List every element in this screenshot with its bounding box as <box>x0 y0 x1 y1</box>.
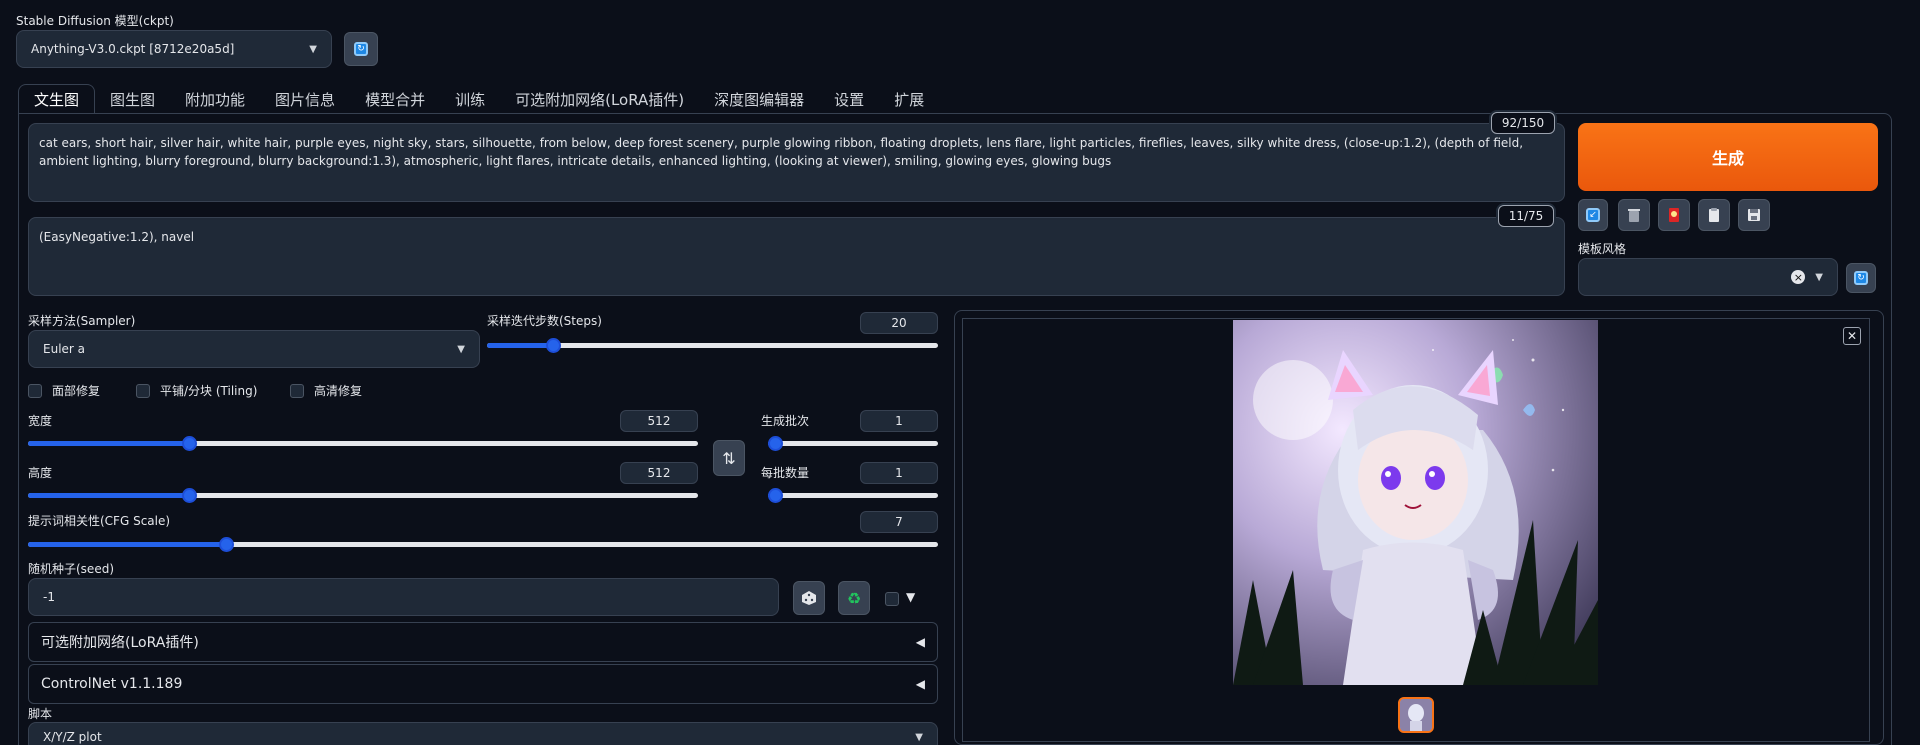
extra-seed-checkbox[interactable] <box>885 592 899 606</box>
controlnet-accordion-title: ControlNet v1.1.189 <box>41 676 183 692</box>
swap-icon: ⇅ <box>722 448 736 468</box>
tab-checkpoint-merger[interactable]: 模型合并 <box>350 84 440 114</box>
steps-label: 采样迭代步数(Steps) <box>487 314 602 328</box>
card-icon <box>1669 208 1679 222</box>
styles-dropdown[interactable]: × ▼ <box>1578 258 1838 296</box>
anime-girl-image <box>1233 320 1598 685</box>
tab-img2img[interactable]: 图生图 <box>95 84 170 114</box>
cfg-slider[interactable] <box>28 534 938 554</box>
tab-depth-editor[interactable]: 深度图编辑器 <box>699 84 819 114</box>
refresh-icon: ↻ <box>354 42 368 56</box>
seed-label: 随机种子(seed) <box>28 562 114 576</box>
cfg-input[interactable]: 7 <box>860 511 938 533</box>
tab-train[interactable]: 训练 <box>440 84 500 114</box>
random-seed-button[interactable] <box>793 581 825 615</box>
width-label: 宽度 <box>28 414 53 428</box>
prompt-token-counter: 92/150 <box>1491 112 1555 134</box>
trash-icon <box>1628 209 1640 222</box>
refresh-styles-button[interactable]: ↻ <box>1846 263 1876 293</box>
model-selected: Anything-V3.0.ckpt [8712e20a5d] <box>31 42 235 56</box>
collapse-arrow-icon: ◀ <box>915 677 925 691</box>
save-icon <box>1748 209 1760 221</box>
refresh-model-button[interactable]: ↻ <box>344 32 378 66</box>
read-params-button[interactable]: ↙ <box>1578 199 1608 231</box>
height-input[interactable]: 512 <box>620 462 698 484</box>
lora-accordion-title: 可选附加网络(LoRA插件) <box>41 635 199 651</box>
batch-size-slider[interactable] <box>768 485 938 505</box>
prompt-textarea[interactable]: cat ears, short hair, silver hair, white… <box>28 123 1565 202</box>
steps-input[interactable]: 20 <box>860 312 938 334</box>
chevron-down-icon: ▼ <box>1815 271 1823 283</box>
face-restore-checkbox[interactable] <box>28 383 42 398</box>
lora-accordion[interactable]: 可选附加网络(LoRA插件) ◀ <box>28 622 938 662</box>
swap-dimensions-button[interactable]: ⇅ <box>713 440 745 476</box>
chevron-down-icon: ▼ <box>309 43 317 55</box>
tab-txt2img[interactable]: 文生图 <box>18 84 96 114</box>
controlnet-accordion[interactable]: ControlNet v1.1.189 ◀ <box>28 664 938 704</box>
batch-count-input[interactable]: 1 <box>860 410 938 432</box>
hires-fix-checkbox[interactable] <box>290 383 304 398</box>
close-icon[interactable]: ✕ <box>1843 327 1861 345</box>
tiling-checkbox[interactable] <box>136 383 150 398</box>
styles-label: 模板风格 <box>1578 242 1627 256</box>
steps-slider[interactable] <box>487 335 938 355</box>
script-label: 脚本 <box>28 707 53 721</box>
clipboard-icon <box>1709 208 1719 222</box>
batch-size-label: 每批数量 <box>761 466 810 480</box>
tab-extensions[interactable]: 扩展 <box>879 84 939 114</box>
refresh-icon: ↻ <box>1854 271 1868 285</box>
tab-extras[interactable]: 附加功能 <box>170 84 260 114</box>
model-dropdown[interactable]: Anything-V3.0.ckpt [8712e20a5d] ▼ <box>16 30 332 68</box>
chevron-down-icon: ▼ <box>457 343 465 355</box>
batch-size-input[interactable]: 1 <box>860 462 938 484</box>
gallery-thumbnail[interactable] <box>1398 697 1434 733</box>
height-slider[interactable] <box>28 485 698 505</box>
height-label: 高度 <box>28 466 53 480</box>
width-slider-thumb[interactable] <box>182 436 197 451</box>
main-tabs: 文生图 图生图 附加功能 图片信息 模型合并 训练 可选附加网络(LoRA插件)… <box>18 84 939 114</box>
thumbnail-image <box>1400 699 1432 731</box>
face-restore-option[interactable]: 面部修复 <box>28 382 100 399</box>
tab-additional-networks[interactable]: 可选附加网络(LoRA插件) <box>500 84 699 114</box>
seed-input[interactable]: -1 <box>28 578 779 616</box>
show-extra-networks-button[interactable] <box>1658 199 1690 231</box>
triangle-down-icon[interactable]: ▼ <box>906 590 915 604</box>
cfg-label: 提示词相关性(CFG Scale) <box>28 514 171 528</box>
negative-token-counter: 11/75 <box>1498 205 1554 227</box>
cfg-slider-thumb[interactable] <box>219 537 234 552</box>
recycle-icon: ♻ <box>846 588 862 608</box>
width-slider[interactable] <box>28 433 698 453</box>
chevron-down-icon: ▼ <box>915 731 923 743</box>
steps-slider-thumb[interactable] <box>546 338 561 353</box>
script-dropdown[interactable]: X/Y/Z plot ▼ <box>28 722 938 745</box>
sampler-label: 采样方法(Sampler) <box>28 314 136 328</box>
clear-prompt-button[interactable] <box>1618 199 1650 231</box>
generated-image[interactable] <box>1233 320 1598 685</box>
clear-icon[interactable]: × <box>1791 270 1806 284</box>
script-selected: X/Y/Z plot <box>43 730 102 744</box>
batch-count-slider-thumb[interactable] <box>768 436 783 451</box>
model-label: Stable Diffusion 模型(ckpt) <box>16 14 174 28</box>
save-style-button[interactable] <box>1738 199 1770 231</box>
width-input[interactable]: 512 <box>620 410 698 432</box>
batch-count-slider[interactable] <box>768 433 938 453</box>
hires-fix-option[interactable]: 高清修复 <box>290 382 362 399</box>
collapse-arrow-icon: ◀ <box>915 635 925 649</box>
batch-size-slider-thumb[interactable] <box>768 488 783 503</box>
tab-settings[interactable]: 设置 <box>819 84 879 114</box>
negative-prompt-textarea[interactable]: (EasyNegative:1.2), navel <box>28 217 1565 296</box>
apply-styles-button[interactable] <box>1698 199 1730 231</box>
height-slider-thumb[interactable] <box>182 488 197 503</box>
sampler-dropdown[interactable]: Euler a ▼ <box>28 330 480 368</box>
generate-button[interactable]: 生成 <box>1578 123 1878 191</box>
dice-icon <box>802 591 816 605</box>
reuse-seed-button[interactable]: ♻ <box>838 581 870 615</box>
batch-count-label: 生成批次 <box>761 414 810 428</box>
arrow-icon: ↙ <box>1586 208 1600 222</box>
tiling-option[interactable]: 平铺/分块 (Tiling) <box>136 382 257 399</box>
tab-png-info[interactable]: 图片信息 <box>260 84 350 114</box>
sampler-selected: Euler a <box>43 342 86 356</box>
